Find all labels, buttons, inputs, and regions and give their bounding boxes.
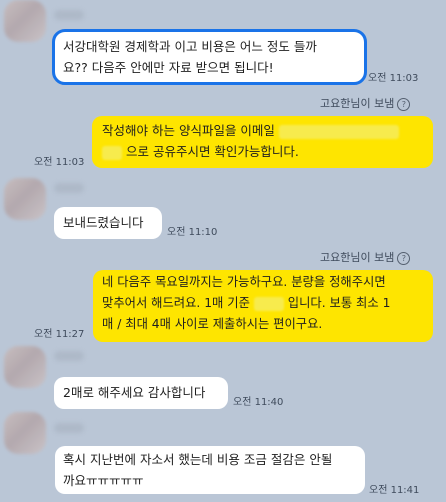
message-text-line: 작성해야 하는 양식파일을 이메일 bbox=[102, 120, 423, 141]
sender-name-blurred bbox=[54, 10, 84, 20]
avatar[interactable] bbox=[4, 0, 46, 42]
message-text-line: 매 / 최대 4매 사이로 제출하시는 편이구요. bbox=[102, 317, 323, 331]
redacted-email bbox=[102, 145, 122, 160]
message-text-line: 혹시 지난번에 자소서 했는데 비용 조금 절감은 안될 bbox=[63, 452, 333, 467]
sender-label: 고요한님이 보냄? bbox=[320, 249, 411, 265]
message-text-segment: 맞추어서 해드려요. 1매 기준 bbox=[102, 296, 250, 310]
message-timestamp: 오전 11:10 bbox=[167, 227, 218, 238]
sender-name-blurred bbox=[54, 183, 84, 193]
message-text-segment: 작성해야 하는 양식파일을 이메일 bbox=[102, 123, 275, 138]
message-bubble-received[interactable]: 서강대학원 경제학과 이고 비용은 어느 정도 들까 요?? 다음주 안에만 자… bbox=[52, 29, 367, 85]
message-text-segment: 입니다. 보통 최소 1 bbox=[287, 296, 391, 310]
sender-label: 고요한님이 보냄? bbox=[320, 95, 411, 111]
info-icon[interactable]: ? bbox=[397, 251, 411, 265]
message-text-line: 으로 공유주시면 확인가능합니다. bbox=[102, 141, 423, 162]
message-bubble-sent[interactable]: 네 다음주 목요일까지는 가능하구요. 분량을 정해주시면 맞추어서 해드려요.… bbox=[93, 270, 433, 342]
message-text-line: 보내드렸습니다 bbox=[63, 215, 144, 230]
sender-label-text: 고요한님이 보냄 bbox=[320, 251, 395, 264]
message-timestamp: 오전 11:41 bbox=[369, 485, 420, 496]
message-bubble-received[interactable]: 혹시 지난번에 자소서 했는데 비용 조금 절감은 안될 까요ㅠㅠㅠㅠㅠ bbox=[55, 446, 365, 494]
info-icon[interactable]: ? bbox=[397, 97, 411, 111]
message-text-line: 맞추어서 해드려요. 1매 기준 입니다. 보통 최소 1 bbox=[102, 293, 424, 314]
message-text-line: 요?? 다음주 안에만 자료 받으면 됩니다! bbox=[63, 60, 274, 75]
avatar[interactable] bbox=[4, 412, 46, 454]
message-text-line: 2매로 해주세요 감사합니다 bbox=[63, 385, 206, 400]
message-text-line: 까요ㅠㅠㅠㅠㅠ bbox=[63, 473, 144, 488]
sender-name-blurred bbox=[54, 351, 84, 361]
message-text-line: 네 다음주 목요일까지는 가능하구요. 분량을 정해주시면 bbox=[102, 275, 386, 289]
redacted-price bbox=[253, 296, 284, 311]
sender-name-blurred bbox=[54, 423, 84, 433]
redacted-email bbox=[278, 124, 399, 139]
avatar[interactable] bbox=[4, 346, 46, 388]
message-bubble-received[interactable]: 보내드렸습니다 bbox=[54, 207, 162, 239]
message-timestamp: 오전 11:03 bbox=[368, 73, 419, 84]
message-text-line: 서강대학원 경제학과 이고 비용은 어느 정도 들까 bbox=[63, 39, 317, 54]
message-bubble-sent[interactable]: 작성해야 하는 양식파일을 이메일 으로 공유주시면 확인가능합니다. bbox=[92, 116, 433, 168]
message-timestamp: 오전 11:03 bbox=[34, 157, 85, 168]
message-text-segment: 으로 공유주시면 확인가능합니다. bbox=[125, 144, 299, 159]
message-timestamp: 오전 11:40 bbox=[233, 397, 284, 408]
sender-label-text: 고요한님이 보냄 bbox=[320, 97, 395, 110]
message-timestamp: 오전 11:27 bbox=[34, 329, 85, 340]
message-bubble-received[interactable]: 2매로 해주세요 감사합니다 bbox=[54, 377, 228, 409]
avatar[interactable] bbox=[4, 178, 46, 220]
